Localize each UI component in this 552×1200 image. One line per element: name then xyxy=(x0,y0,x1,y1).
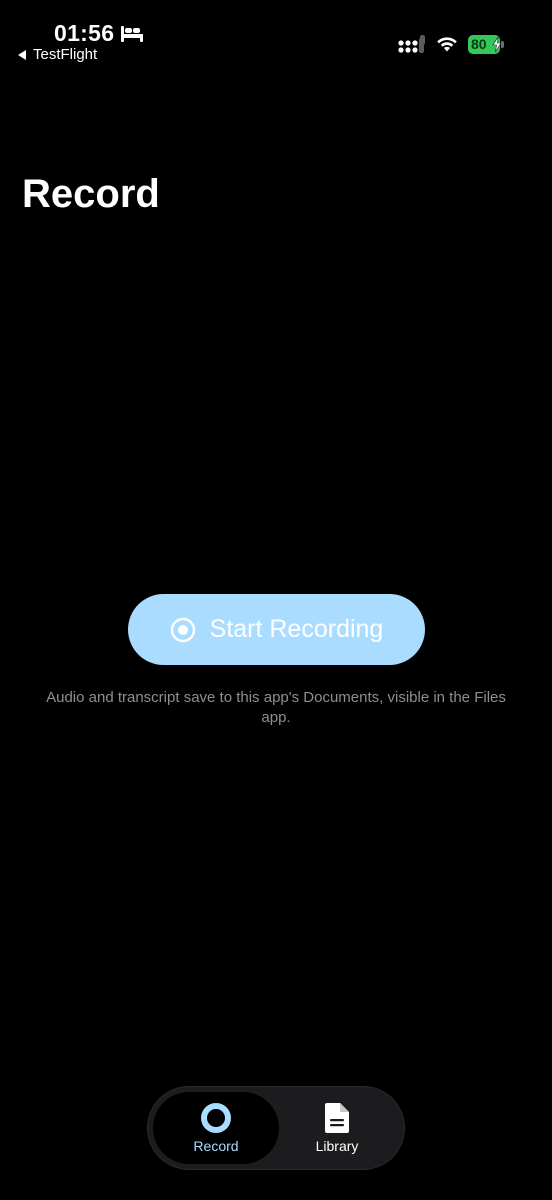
start-recording-button[interactable]: Start Recording xyxy=(128,594,425,665)
bed-icon xyxy=(121,25,144,42)
tab-library[interactable]: Library xyxy=(274,1092,400,1164)
time-label: 01:56 xyxy=(54,20,115,46)
record-circle-icon xyxy=(170,617,195,642)
tab-record[interactable]: Record xyxy=(153,1092,279,1164)
back-link-label: TestFlight xyxy=(33,46,98,63)
status-time: 01:56 xyxy=(54,20,144,47)
tab-library-label: Library xyxy=(315,1138,359,1154)
page-title: Record xyxy=(22,172,160,216)
charging-bolt-icon xyxy=(492,36,502,52)
back-triangle-icon xyxy=(18,49,26,60)
document-icon xyxy=(325,1103,349,1133)
storage-info-text: Audio and transcript save to this app's … xyxy=(46,689,506,726)
battery-indicator: 80 xyxy=(468,34,504,54)
status-indicators: 80 xyxy=(398,34,504,54)
back-to-testflight-link[interactable]: TestFlight xyxy=(17,46,97,63)
cellular-signal-icon xyxy=(398,35,425,53)
record-circle-icon xyxy=(201,1103,231,1133)
tab-record-label: Record xyxy=(193,1138,239,1154)
tab-bar: Record Library xyxy=(148,1087,404,1169)
start-recording-label: Start Recording xyxy=(209,615,384,643)
wifi-icon xyxy=(437,37,457,52)
